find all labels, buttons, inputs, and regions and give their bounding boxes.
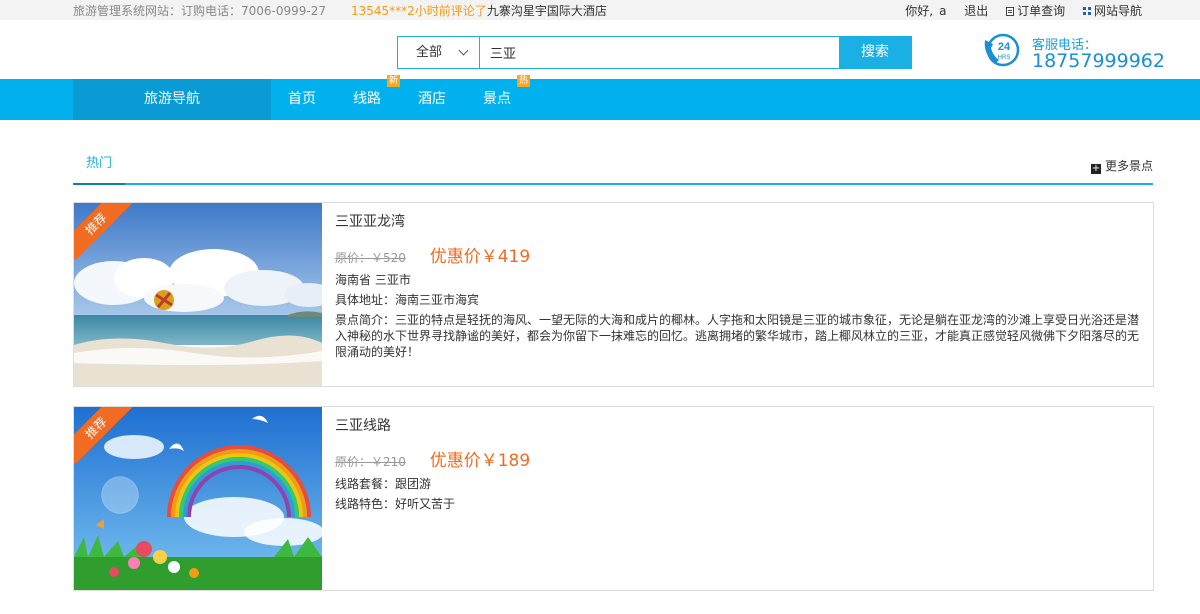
chevron-down-icon	[458, 45, 469, 56]
location: 海南省 三亚市	[335, 273, 411, 287]
sale-price: 优惠价￥189	[429, 451, 531, 471]
card-title[interactable]: 三亚线路	[335, 416, 1141, 436]
section-tabs: 热门 + 更多景点	[73, 150, 1153, 185]
grid-icon	[1082, 7, 1091, 15]
beach-image[interactable]: 推荐	[74, 203, 322, 386]
logout-link[interactable]: 退出	[964, 2, 988, 19]
plus-icon: +	[1090, 163, 1101, 174]
badge-number: 24	[998, 41, 1011, 53]
original-price: 原价：￥210	[335, 455, 406, 469]
review-highlight: 13545***2小时前评论了	[351, 4, 487, 18]
search-input[interactable]	[480, 37, 839, 68]
price-line: 原价：￥210 优惠价￥189	[335, 446, 1141, 472]
nav-item-home[interactable]: 首页	[288, 79, 316, 120]
original-price: 原价：￥520	[335, 251, 406, 265]
more-attractions-label: 更多景点	[1104, 159, 1153, 173]
route-card[interactable]: 推荐 三亚线路 原价：￥210 优惠价￥189 线路套餐：跟团游 线路特色：好听…	[73, 406, 1154, 591]
travel-guide-menu[interactable]: 旅游导航	[73, 79, 271, 120]
new-badge: 新	[387, 75, 401, 87]
nav-item-label: 首页	[288, 91, 316, 107]
description: 景点简介：三亚的特点是轻抚的海风、一望无际的大海和成片的椰林。人字拖和太阳镜是三…	[335, 313, 1140, 359]
username-link[interactable]: a	[939, 4, 946, 18]
badge-text: HRS	[998, 55, 1011, 61]
hot-badge: 热	[517, 75, 531, 87]
nav-item-label: 线路	[353, 91, 381, 107]
review-ticker[interactable]: 13545***2小时前评论了九寨沟星宇国际大酒店	[351, 2, 607, 19]
nav-item-label: 酒店	[418, 91, 446, 107]
price-line: 原价：￥520 优惠价￥419	[335, 242, 1141, 268]
nav-item-attractions[interactable]: 景点 热	[483, 75, 531, 120]
main-nav: 旅游导航 首页 线路 新 酒店 景点 热	[0, 75, 1200, 120]
attraction-card[interactable]: 推荐 三亚亚龙湾 原价：￥520 优惠价￥419 海南省 三亚市 具体地址：海南…	[73, 202, 1154, 387]
order-query-label: 订单查询	[1017, 4, 1066, 18]
document-icon	[1006, 7, 1015, 16]
tab-hot[interactable]: 热门	[73, 150, 125, 185]
search-category-select[interactable]: 全部	[398, 37, 480, 68]
nav-item-hotels[interactable]: 酒店	[418, 79, 446, 120]
site-nav-label: 网站导航	[1093, 4, 1142, 18]
header: 全部 搜索 24 HRS 客服电话： 18757999962	[0, 20, 1200, 79]
nav-item-label: 景点	[483, 91, 511, 107]
route-feature: 线路特色：好听又苦于	[335, 497, 456, 511]
card-info: 三亚线路 原价：￥210 优惠价￥189 线路套餐：跟团游 线路特色：好听又苦于	[335, 416, 1141, 512]
review-hotel-link[interactable]: 九寨沟星宇国际大酒店	[487, 4, 607, 18]
top-bar: 旅游管理系统网站：订购电话：7006-0999-27 13545***2小时前评…	[0, 0, 1200, 20]
service-phone: 18757999962	[1032, 50, 1165, 72]
site-info: 旅游管理系统网站：订购电话：7006-0999-27	[73, 4, 327, 18]
nav-item-routes[interactable]: 线路 新	[353, 75, 401, 120]
search-button[interactable]: 搜索	[839, 37, 911, 68]
user-links: 你好, a 退出 订单查询 网站导航	[905, 2, 1142, 19]
site-nav-link[interactable]: 网站导航	[1082, 2, 1142, 19]
search-bar: 全部 搜索	[397, 36, 912, 69]
24-hours-phone-icon: 24 HRS	[984, 33, 1020, 67]
card-title[interactable]: 三亚亚龙湾	[335, 212, 1141, 232]
card-info: 三亚亚龙湾 原价：￥520 优惠价￥419 海南省 三亚市 具体地址：海南三亚市…	[335, 212, 1141, 360]
search-category-value: 全部	[416, 45, 443, 60]
more-attractions-link[interactable]: + 更多景点	[1090, 157, 1153, 174]
address: 具体地址：海南三亚市海宾	[335, 293, 480, 307]
greeting: 你好,	[905, 4, 934, 18]
order-query-link[interactable]: 订单查询	[1006, 2, 1065, 19]
route-package: 线路套餐：跟团游	[335, 477, 432, 491]
sale-price: 优惠价￥419	[429, 247, 531, 267]
rainbow-image[interactable]: 推荐	[74, 407, 322, 590]
